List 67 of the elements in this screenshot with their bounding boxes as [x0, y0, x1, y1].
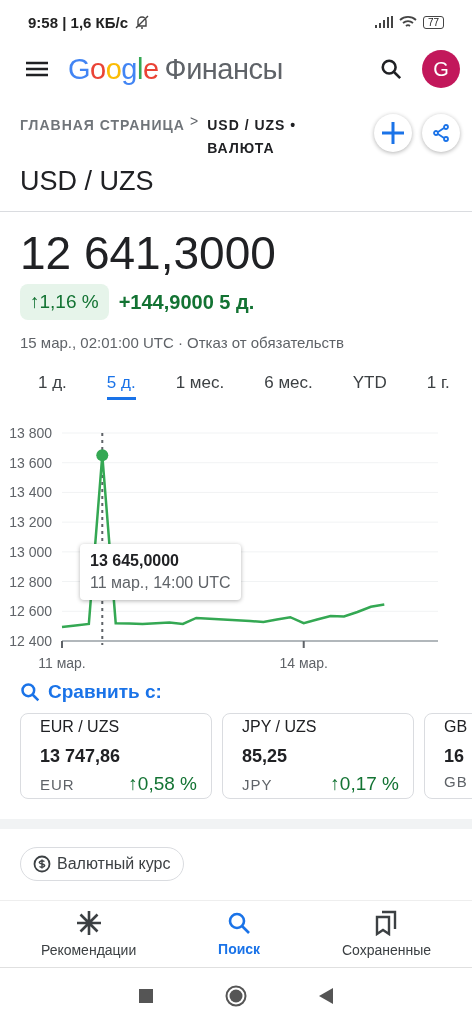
app-logo[interactable]: Google Финансы: [68, 52, 283, 86]
axis-label: 13 800: [9, 425, 52, 441]
comparison-card[interactable]: EUR / UZS 13 747,86 EUR ↑0,58 %: [20, 713, 212, 799]
compare-link[interactable]: Сравнить с:: [0, 675, 472, 713]
range-tab[interactable]: 6 мес.: [264, 373, 313, 400]
search-icon: [227, 911, 252, 935]
share-icon: [432, 124, 450, 142]
nav-tab[interactable]: Рекомендации: [34, 909, 143, 959]
add-button[interactable]: [374, 114, 412, 152]
status-text: 9:58 | 1,6 КБ/с: [28, 13, 129, 31]
pair-change: ↑0,17 %: [330, 773, 399, 795]
nav-tab[interactable]: Поиск: [212, 910, 267, 958]
axis-label: 11 мар.: [38, 655, 86, 671]
current-price: 12 641,3000: [19, 226, 277, 280]
percent-change: ↑1,16 %: [20, 284, 109, 320]
currency-pair: JPY / UZS: [242, 718, 318, 736]
axis-label: 13 200: [9, 514, 52, 531]
timestamp: 15 мар., 02:01:00 UTC ·: [20, 334, 184, 351]
account-avatar[interactable]: G: [422, 50, 460, 88]
nav-tab[interactable]: Сохраненные: [335, 909, 438, 959]
currency-code: GB: [444, 773, 468, 790]
breadcrumb-separator: >: [190, 112, 200, 131]
axis-label: 14 мар.: [279, 655, 328, 671]
pair-change: ↑0,58 %: [128, 773, 197, 795]
range-tab[interactable]: 1 д.: [38, 373, 67, 400]
axis-label: 12 800: [9, 573, 52, 590]
sparkle-icon: [75, 910, 102, 936]
plus-icon: [381, 121, 405, 145]
bookmarks-icon: [375, 910, 398, 936]
comparison-card[interactable]: JPY / UZS 85,25 JPY ↑0,17 %: [222, 713, 414, 799]
share-button[interactable]: [422, 114, 460, 152]
price-change: +144,9000 5 д.: [118, 290, 255, 314]
range-tab[interactable]: 1 г.: [426, 373, 450, 400]
range-tab[interactable]: YTD: [352, 373, 387, 400]
data-point: [96, 449, 109, 462]
signal-icon: [374, 16, 393, 28]
pair-price: 16: [444, 746, 466, 767]
search-icon[interactable]: [380, 58, 402, 80]
wifi-icon: [398, 15, 417, 29]
tooltip-value: 13 645,0000: [90, 552, 180, 570]
axis-label: 13 600: [9, 454, 52, 471]
category-chip[interactable]: Валютный курс: [20, 847, 184, 881]
battery-indicator: 77: [422, 15, 444, 29]
currency-pair: GB: [444, 718, 469, 736]
pair-price: 85,25: [242, 746, 289, 767]
pair-price: 13 747,86: [40, 746, 122, 767]
dollar-icon: [33, 855, 51, 873]
range-tab[interactable]: 1 мес.: [175, 373, 225, 400]
range-tab[interactable]: 5 д.: [106, 373, 136, 400]
axis-label: 13 000: [9, 543, 52, 560]
axis-label: 12 400: [9, 633, 52, 649]
menu-icon[interactable]: [26, 61, 48, 77]
comparison-card[interactable]: GB 16 GB: [424, 713, 472, 799]
breadcrumb-current: USD / UZS • ВАЛЮТА: [207, 116, 298, 158]
page-title: USD / UZS: [0, 160, 472, 212]
tooltip-date: 11 мар., 14:00 UTC: [90, 574, 231, 592]
axis-label: 12 600: [9, 603, 52, 620]
search-icon: [20, 682, 40, 702]
axis-label: 13 400: [9, 484, 52, 501]
back-icon[interactable]: [319, 988, 333, 1004]
breadcrumb-link[interactable]: ГЛАВНАЯ СТРАНИЦА: [20, 114, 190, 160]
disclaimer-link[interactable]: Отказ от обязательств: [187, 334, 344, 351]
muted-bell-icon: [134, 14, 151, 30]
currency-pair: EUR / UZS: [40, 718, 121, 736]
currency-code: EUR: [40, 775, 75, 793]
home-icon[interactable]: [225, 985, 247, 1007]
currency-code: JPY: [242, 775, 273, 793]
